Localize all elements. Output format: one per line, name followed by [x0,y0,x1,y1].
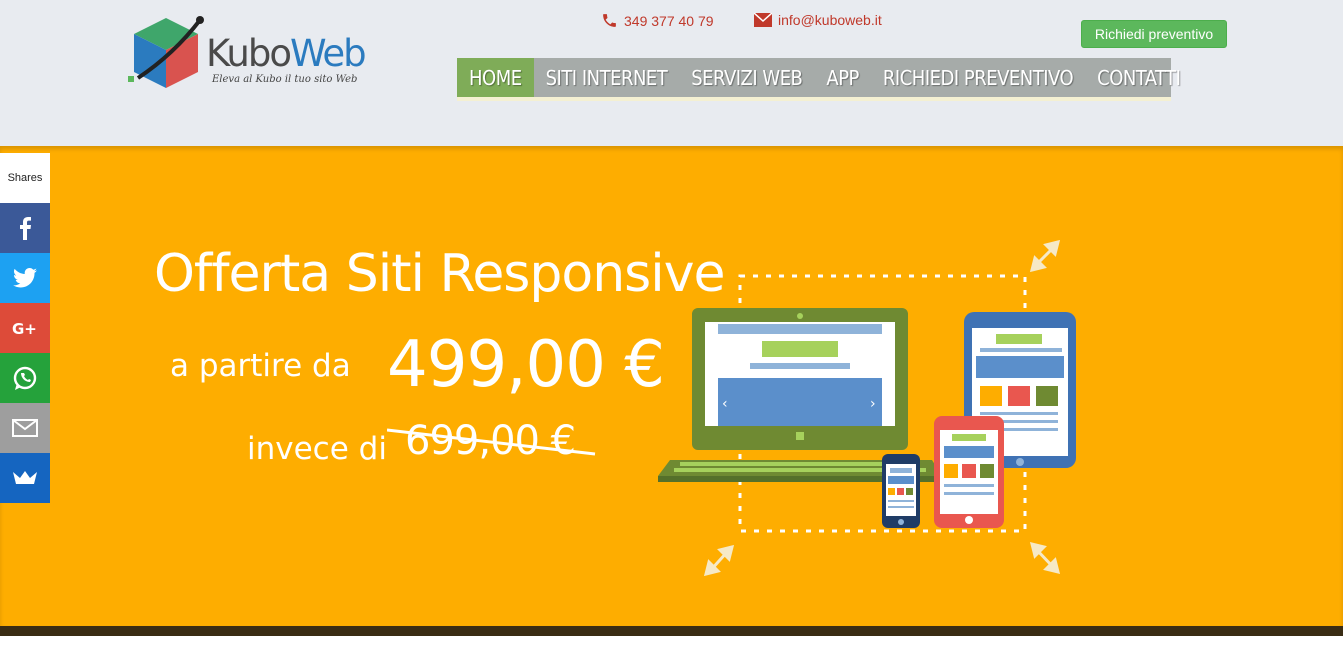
hero-instead-label: invece di [247,431,387,467]
facebook-share-button[interactable] [0,203,50,253]
nav-item-contatti[interactable]: CONTATTI [1085,58,1192,97]
google-plus-icon: G+ [12,320,37,336]
whatsapp-icon [13,366,37,390]
logo-title: KuboWeb [206,32,367,75]
email-contact[interactable]: info@kuboweb.it [754,12,882,28]
cube-logo-icon [128,16,204,88]
google-plus-share-button[interactable]: G+ [0,303,50,353]
nav-item-app[interactable]: APP [814,58,871,97]
svg-text:‹: ‹ [722,396,728,412]
phone-contact[interactable]: 349 377 40 79 [601,12,714,29]
logo-tagline: Eleva al Kubo il tuo sito Web [212,74,358,85]
nav-item-home[interactable]: HOME [457,58,534,97]
email-address: info@kuboweb.it [778,12,882,28]
responsive-devices-illustration: ‹ › [658,239,1076,576]
twitter-share-button[interactable] [0,253,50,303]
nav-item-richiedi-preventivo[interactable]: RICHIEDI PREVENTIVO [871,58,1085,97]
hero-banner: Offerta Siti Responsive a partire da 499… [0,146,1343,626]
social-share-bar: Shares G+ [0,153,50,503]
shares-label: Shares [0,153,50,203]
hero-price: 499,00 € [387,328,665,402]
logo[interactable]: KuboWeb Eleva al Kubo il tuo sito Web [126,14,367,92]
nav-item-servizi-web[interactable]: SERVIZI WEB [679,58,814,97]
email-share-button[interactable] [0,403,50,453]
twitter-icon [13,268,37,288]
strike-through-line [387,428,596,456]
hero-bottom-border [0,626,1343,636]
envelope-icon [754,13,772,27]
phone-icon [603,14,616,27]
phone-number: 349 377 40 79 [624,12,714,29]
svg-text:›: › [870,396,876,412]
svg-text:G+: G+ [12,320,37,336]
hero-title: Offerta Siti Responsive [154,244,725,304]
email-icon [12,419,38,437]
hero-from-label: a partire da [170,348,351,384]
nav-item-siti-internet[interactable]: SITI INTERNET [534,58,680,97]
request-quote-button[interactable]: Richiedi preventivo [1081,20,1227,48]
site-header: KuboWeb Eleva al Kubo il tuo sito Web 34… [0,0,1343,146]
whatsapp-share-button[interactable] [0,353,50,403]
crown-icon [13,471,37,484]
main-nav: HOME SITI INTERNET SERVIZI WEB APP RICHI… [457,58,1181,101]
facebook-icon [20,217,31,240]
crown-share-button[interactable] [0,453,50,503]
